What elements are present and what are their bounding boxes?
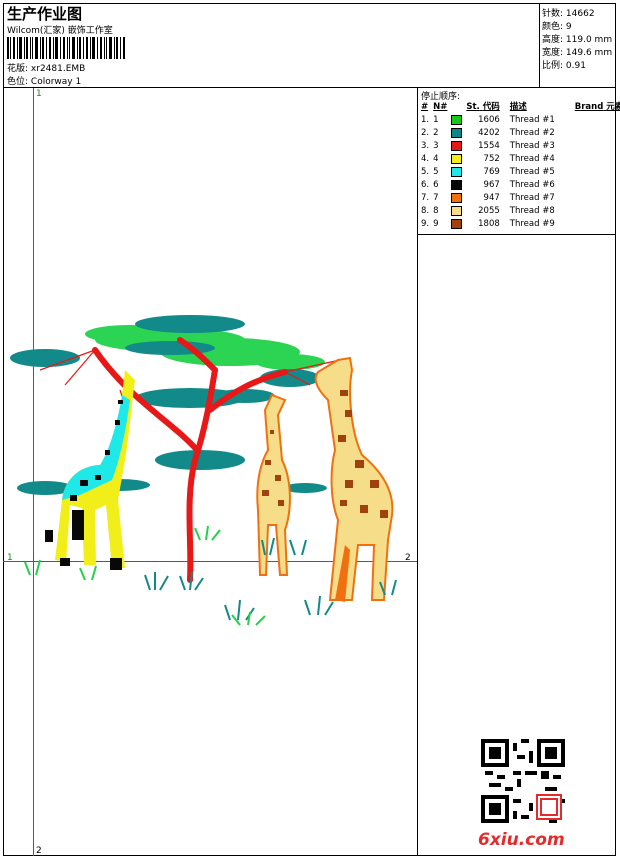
thread-row: 6. 6 967 Thread #6 — [419, 179, 620, 192]
design-row: 花版: xr2481.EMB — [7, 61, 85, 74]
stats-divider — [539, 3, 540, 88]
thread-no: 4 — [433, 154, 439, 164]
col-no: N# — [433, 102, 448, 112]
thread-row: 4. 4 752 Thread #4 — [419, 153, 620, 166]
thread-no: 2 — [433, 128, 439, 138]
thread-row: 7. 7 947 Thread #7 — [419, 192, 620, 205]
thread-desc: Thread #9 — [509, 219, 555, 229]
company-name: Wilcom(汇家) 嵌饰工作室 — [7, 26, 113, 36]
colorway-row: 色位: Colorway 1 — [7, 74, 81, 87]
thread-seq: 8. — [421, 206, 430, 216]
thread-row: 3. 3 1554 Thread #3 — [419, 140, 620, 153]
qr-code — [481, 739, 565, 823]
col-brand: Brand 元素 — [574, 102, 620, 112]
thread-brand — [557, 114, 620, 127]
thread-swatch — [449, 205, 464, 218]
col-desc: 描述 — [509, 102, 527, 112]
stat-colors: 颜色: 9 — [542, 22, 572, 32]
guide-label-top: 1 — [36, 89, 42, 99]
thread-brand — [557, 218, 620, 231]
thread-no: 8 — [433, 206, 439, 216]
page-title: 生产作业图 — [7, 5, 83, 23]
watermark-logo: 6xiu.com — [478, 830, 565, 850]
thread-seq: 3. — [421, 141, 430, 151]
col-seq: # — [421, 102, 429, 112]
design-label: 花版: — [7, 64, 29, 74]
thread-code: 4202 — [478, 128, 500, 138]
thread-no: 1 — [433, 115, 439, 125]
stat-stitches: 针数: 14662 — [542, 9, 595, 19]
thread-table-header: # N# St. 代码 描述 Brand 元素 — [419, 101, 620, 114]
thread-code: 1606 — [478, 115, 500, 125]
thread-swatch — [449, 179, 464, 192]
stat-scale: 比例: 0.91 — [542, 61, 586, 71]
thread-no: 6 — [433, 180, 439, 190]
thread-seq: 2. — [421, 128, 430, 138]
thread-swatch — [449, 218, 464, 231]
thread-code: 1808 — [478, 219, 500, 229]
thread-brand — [557, 205, 620, 218]
thread-desc: Thread #3 — [509, 141, 555, 151]
thread-row: 1. 1 1606 Thread #1 — [419, 114, 620, 127]
thread-brand — [557, 140, 620, 153]
thread-swatch — [449, 140, 464, 153]
thread-no: 3 — [433, 141, 439, 151]
thread-brand — [557, 153, 620, 166]
thread-swatch — [449, 114, 464, 127]
thread-code: 967 — [483, 180, 500, 190]
thread-desc: Thread #2 — [509, 128, 555, 138]
thread-swatch — [449, 153, 464, 166]
middle-giraffe — [256, 393, 291, 576]
thread-seq: 9. — [421, 219, 430, 229]
thread-brand — [557, 192, 620, 205]
thread-row: 2. 2 4202 Thread #2 — [419, 127, 620, 140]
embroidery-design — [10, 315, 397, 626]
thread-no: 7 — [433, 193, 439, 203]
col-color — [449, 101, 464, 114]
colorway-value: Colorway 1 — [30, 77, 82, 87]
left-giraffe — [45, 370, 135, 570]
thread-swatch — [449, 166, 464, 179]
thread-no: 5 — [433, 167, 439, 177]
design-value: xr2481.EMB — [30, 64, 86, 74]
thread-row: 9. 9 1808 Thread #9 — [419, 218, 620, 231]
thread-desc: Thread #7 — [509, 193, 555, 203]
thread-swatch — [449, 192, 464, 205]
thread-code: 769 — [483, 167, 500, 177]
thread-seq: 4. — [421, 154, 430, 164]
thread-no: 9 — [433, 219, 439, 229]
thread-seq: 6. — [421, 180, 430, 190]
header-divider — [3, 87, 616, 88]
thread-brand — [557, 179, 620, 192]
stat-width: 宽度: 149.6 mm — [542, 48, 613, 58]
thread-code: 2055 — [478, 206, 500, 216]
thread-code: 947 — [483, 193, 500, 203]
colorway-label: 色位: — [7, 77, 29, 87]
thread-desc: Thread #5 — [509, 167, 555, 177]
thread-desc: Thread #8 — [509, 206, 555, 216]
thread-seq: 1. — [421, 115, 430, 125]
thread-desc: Thread #6 — [509, 180, 555, 190]
guide-label-bottom: 2 — [36, 846, 42, 856]
stat-height: 高度: 119.0 mm — [542, 35, 613, 45]
thread-brand — [557, 166, 620, 179]
thread-swatch — [449, 127, 464, 140]
col-st: St. 代码 — [466, 102, 500, 112]
thread-row: 5. 5 769 Thread #5 — [419, 166, 620, 179]
right-giraffe — [314, 356, 394, 602]
thread-code: 1554 — [478, 141, 500, 151]
table-bottom-divider — [417, 234, 616, 235]
barcode — [7, 37, 125, 59]
thread-seq: 7. — [421, 193, 430, 203]
thread-table: # N# St. 代码 描述 Brand 元素 1. 1 1606 Thread #1… — [419, 101, 620, 231]
thread-code: 752 — [483, 154, 500, 164]
thread-desc: Thread #4 — [509, 154, 555, 164]
thread-seq: 5. — [421, 167, 430, 177]
thread-row: 8. 8 2055 Thread #8 — [419, 205, 620, 218]
thread-desc: Thread #1 — [509, 115, 555, 125]
thread-brand — [557, 127, 620, 140]
